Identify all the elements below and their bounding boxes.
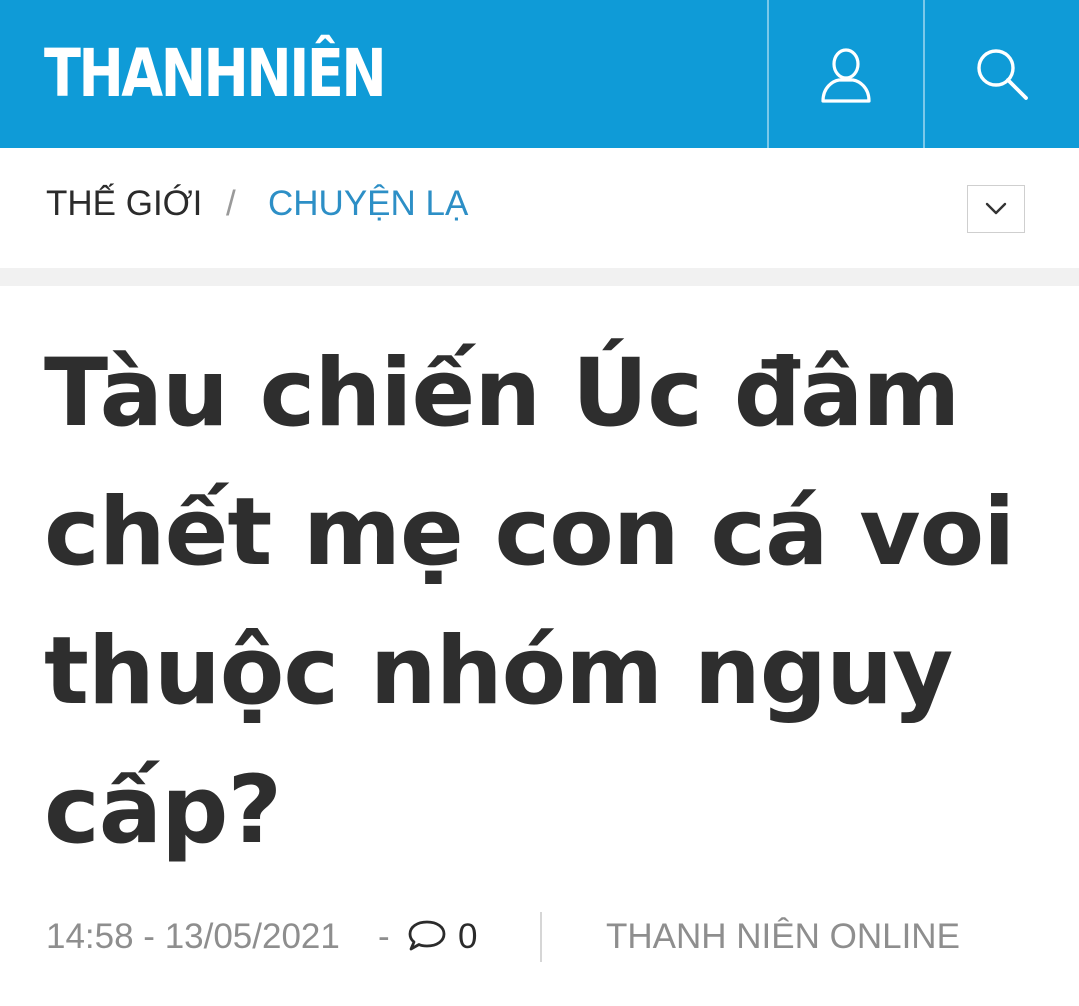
article-meta: 14:58 - 13/05/2021 - 0 THANH NIÊN ONLINE	[46, 912, 1056, 962]
account-button[interactable]	[769, 0, 923, 148]
comment-icon	[408, 920, 446, 951]
breadcrumb-separator: /	[226, 184, 236, 223]
user-icon	[821, 48, 871, 103]
breadcrumb: THẾ GIỚI / CHUYỆN LẠ	[0, 148, 1079, 268]
breadcrumb-item-the-gioi[interactable]: THẾ GIỚI	[46, 184, 202, 224]
meta-dash: -	[378, 917, 390, 956]
comment-count[interactable]: 0	[458, 912, 477, 962]
site-logo[interactable]: THANHNIÊN	[44, 34, 387, 114]
search-icon	[977, 49, 1028, 100]
article-timestamp: 14:58 - 13/05/2021	[46, 917, 340, 956]
article-source: THANH NIÊN ONLINE	[606, 917, 960, 956]
chevron-down-icon	[985, 202, 1007, 215]
category-dropdown-button[interactable]	[967, 185, 1025, 233]
section-divider	[0, 268, 1079, 286]
breadcrumb-item-chuyen-la[interactable]: CHUYỆN LẠ	[268, 184, 468, 224]
article-headline: Tàu chiến Úc đâm chết mẹ con cá voi thuộ…	[44, 339, 1015, 865]
meta-divider	[540, 912, 542, 962]
comment-button[interactable]	[406, 918, 448, 968]
search-button[interactable]	[925, 0, 1079, 148]
top-navigation-bar: THANHNIÊN	[0, 0, 1079, 148]
